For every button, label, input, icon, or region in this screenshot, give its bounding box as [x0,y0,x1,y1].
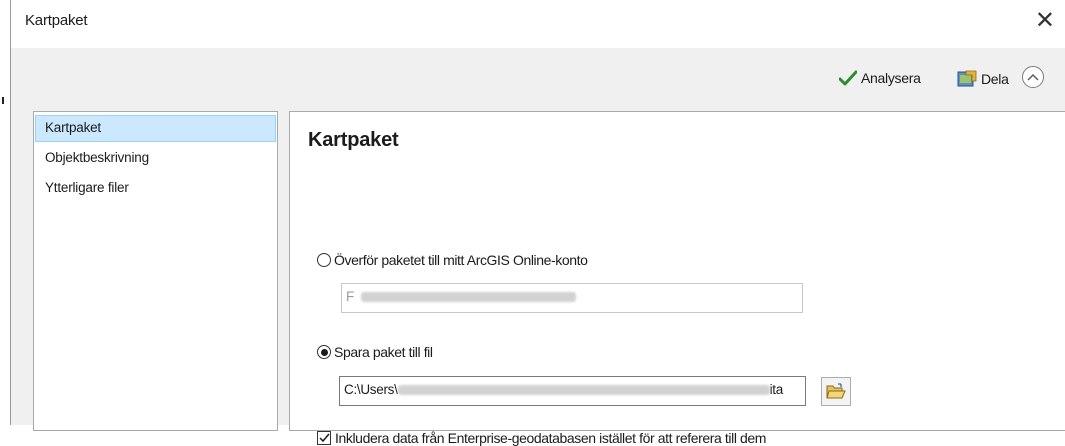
file-path-field[interactable]: C:\Users\ ita [339,376,806,406]
analyze-label: Analysera [861,70,921,86]
sidebar-item-objektbeskrivning[interactable]: Objektbeskrivning [35,145,276,172]
include-enterprise-checkbox[interactable] [317,431,331,445]
checkmark-icon [839,70,857,86]
redacted-text [397,385,770,396]
radio-button-unselected[interactable] [317,253,331,267]
online-name-value: F [346,289,354,304]
collapse-button[interactable] [1022,66,1044,88]
background-window-mark [2,97,4,104]
analyze-button[interactable]: Analysera [839,70,921,86]
window-title: Kartpaket [25,12,88,29]
title-bar: Kartpaket ✕ [11,0,1065,48]
share-label: Dela [981,71,1009,87]
online-name-field[interactable]: F [341,283,803,313]
save-to-file-radio[interactable]: Spara paket till fil [317,344,433,360]
browse-button[interactable] [821,377,851,406]
include-enterprise-label: Inkludera data från Enterprise-geodataba… [335,430,767,446]
sidebar-item-kartpaket[interactable]: Kartpaket [35,115,276,142]
redacted-text [361,292,577,303]
checkmark-icon [318,433,330,443]
panel-heading: Kartpaket [308,129,399,151]
share-icon [957,70,977,87]
upload-online-label: Överför paketet till mitt ArcGIS Online-… [334,252,588,268]
include-enterprise-checkbox-row[interactable]: Inkludera data från Enterprise-geodataba… [317,430,766,446]
save-to-file-label: Spara paket till fil [334,344,433,360]
chevron-up-icon [1027,74,1039,81]
upload-online-radio[interactable]: Överför paketet till mitt ArcGIS Online-… [317,252,588,268]
file-path-value: C:\Users\ [344,382,398,397]
radio-button-selected[interactable] [317,345,331,359]
close-icon[interactable]: ✕ [1035,6,1055,36]
file-path-tail: ita [769,382,784,397]
sidebar-item-ytterligare-filer[interactable]: Ytterligare filer [35,175,276,202]
settings-panel: Kartpaket Överför paketet till mitt ArcG… [289,111,1065,446]
share-button[interactable]: Dela [957,70,1009,88]
dialog-body: Analysera Dela Kartpaket Objektbeskrivni… [11,48,1065,446]
sidebar-nav: Kartpaket Objektbeskrivning Ytterligare … [33,111,278,431]
folder-open-icon [826,383,846,399]
